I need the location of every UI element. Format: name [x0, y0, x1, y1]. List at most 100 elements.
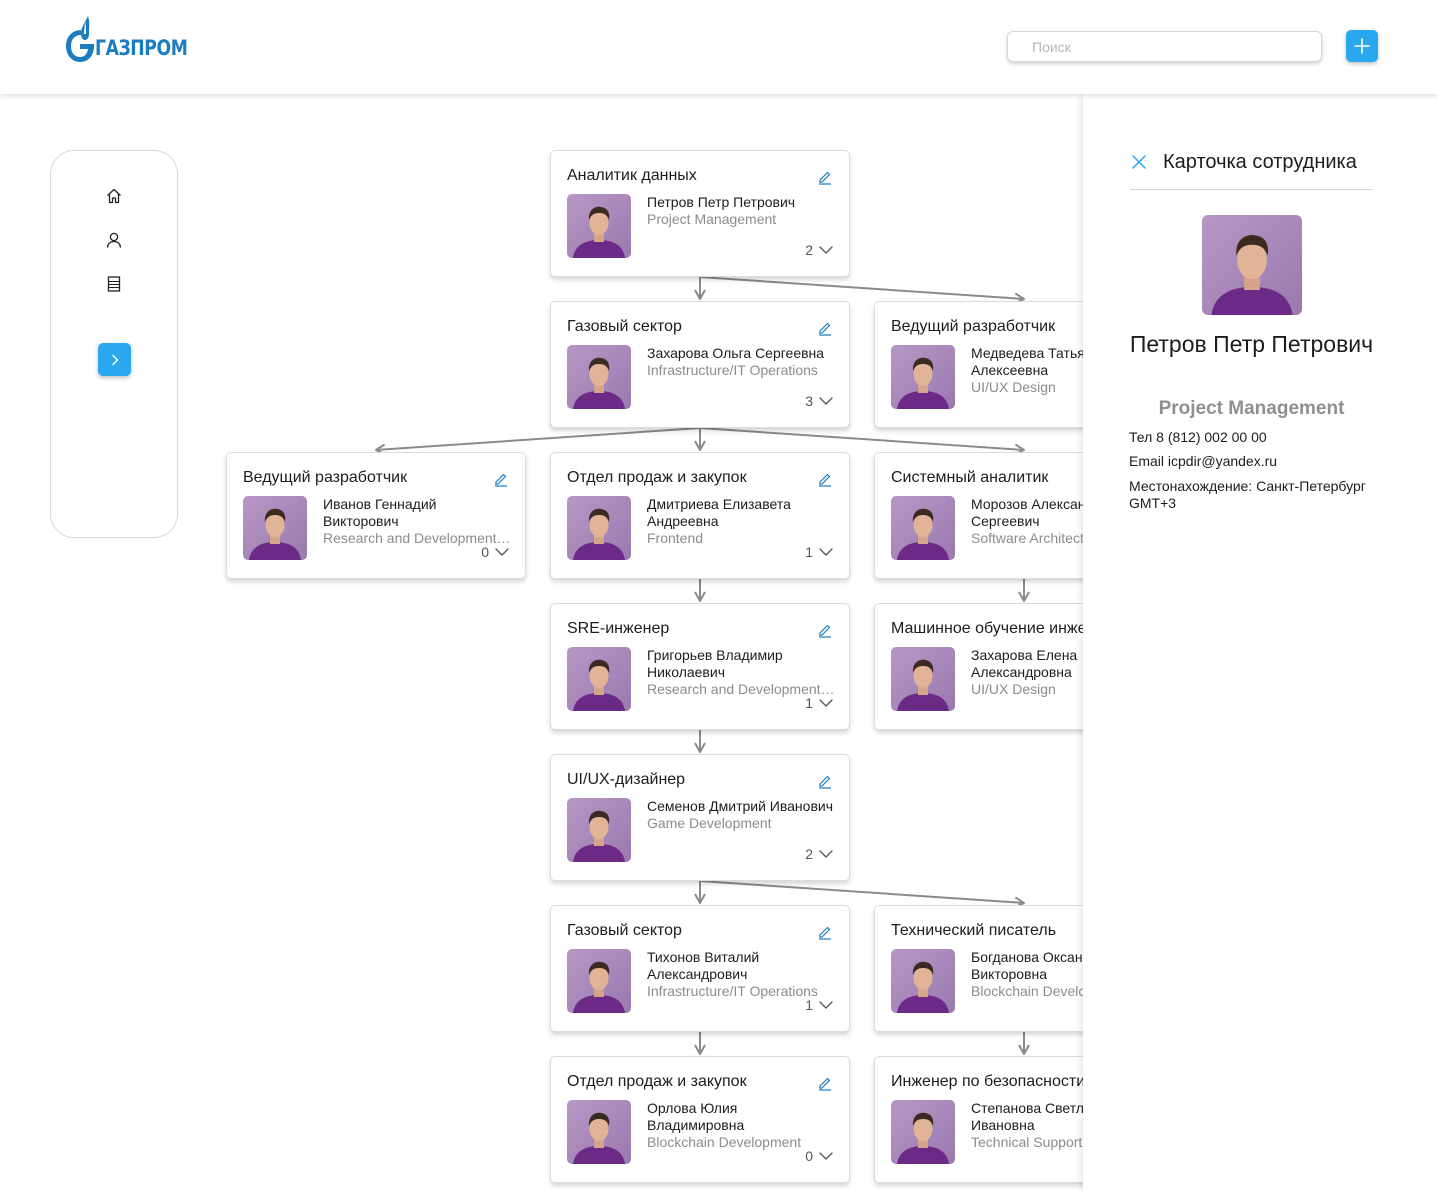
- employee-name: Петров Петр Петрович: [1129, 331, 1374, 357]
- card-department: Game Development: [647, 815, 772, 831]
- card-employee-info: Орлова Юлия Владимировна Blockchain Deve…: [647, 1100, 837, 1151]
- card-employee-name: Медведева Татьяна Алексеевна: [971, 345, 1101, 378]
- org-card[interactable]: Ведущий разработчик Иванов Геннадий Викт…: [226, 452, 526, 579]
- avatar-image: [567, 798, 631, 862]
- expand-subordinates-button[interactable]: 1: [805, 544, 833, 560]
- pencil-icon: [819, 171, 831, 185]
- expand-subordinates-button[interactable]: 0: [481, 544, 509, 560]
- employee-location: Местонахождение: Санкт-Петербург GMT+3: [1129, 478, 1366, 511]
- card-employee-info: Тихонов Виталий Александрович Infrastruc…: [647, 949, 837, 1000]
- org-card[interactable]: Аналитик данных Петров Петр Петрович Pro…: [550, 150, 850, 277]
- org-card[interactable]: UI/UX-дизайнер Семенов Дмитрий Иванович …: [550, 754, 850, 881]
- card-position-title: Технический писатель: [891, 922, 1057, 939]
- subordinate-count: 1: [805, 695, 813, 711]
- avatar-image: [891, 345, 955, 409]
- card-employee-info: Захарова Ольга Сергеевна Infrastructure/…: [647, 345, 837, 379]
- avatar: [891, 496, 955, 560]
- avatar-image: [891, 647, 955, 711]
- close-panel-button[interactable]: [1131, 154, 1147, 170]
- avatar: [567, 949, 631, 1013]
- avatar: [567, 345, 631, 409]
- card-department: Project Management: [647, 211, 777, 227]
- org-card[interactable]: SRE-инженер Григорьев Владимир Николаеви…: [550, 603, 850, 730]
- expand-subordinates-button[interactable]: 1: [805, 997, 833, 1013]
- employee-card-panel: Карточка сотрудника Петров Петр Петрович…: [1083, 94, 1437, 1191]
- expand-subordinates-button[interactable]: 0: [805, 1148, 833, 1164]
- card-position-title: Инженер по безопасности: [891, 1073, 1086, 1090]
- edit-button[interactable]: [817, 471, 833, 487]
- expand-subordinates-button[interactable]: 2: [805, 242, 833, 258]
- edit-button[interactable]: [817, 773, 833, 789]
- avatar-image: [891, 949, 955, 1013]
- chevron-down-icon: [495, 548, 509, 556]
- plus-icon: [1354, 38, 1370, 54]
- subordinate-count: 1: [805, 544, 813, 560]
- pencil-icon: [819, 1077, 831, 1091]
- chevron-down-icon: [819, 1152, 833, 1160]
- panel-title: Карточка сотрудника: [1163, 151, 1357, 173]
- card-employee-info: Дмитриева Елизавета Андреевна Frontend: [647, 496, 837, 547]
- card-employee-name: Тихонов Виталий Александрович: [647, 949, 760, 982]
- gazprom-logo[interactable]: ГАЗПРОМ: [64, 14, 208, 62]
- edit-button[interactable]: [817, 169, 833, 185]
- avatar-image: [567, 647, 631, 711]
- add-button[interactable]: [1346, 30, 1378, 62]
- org-card[interactable]: Газовый сектор Тихонов Виталий Александр…: [550, 905, 850, 1032]
- expand-subordinates-button[interactable]: 1: [805, 695, 833, 711]
- connector-line: [699, 427, 1025, 451]
- avatar-image: [567, 194, 631, 258]
- chevron-down-icon: [819, 246, 833, 254]
- employee-department: Project Management: [1158, 398, 1345, 419]
- edit-button[interactable]: [817, 320, 833, 336]
- pencil-icon: [819, 926, 831, 940]
- avatar: [567, 1100, 631, 1164]
- card-employee-info: Семенов Дмитрий Иванович Game Developmen…: [647, 798, 837, 832]
- card-position-title: Газовый сектор: [567, 922, 682, 939]
- card-position-title: UI/UX-дизайнер: [567, 771, 686, 788]
- card-position-title: Ведущий разработчик: [891, 318, 1056, 335]
- edit-button[interactable]: [817, 622, 833, 638]
- avatar: [567, 496, 631, 560]
- avatar: [891, 345, 955, 409]
- avatar: [891, 949, 955, 1013]
- avatar: [567, 647, 631, 711]
- edit-button[interactable]: [817, 1075, 833, 1091]
- org-card[interactable]: Отдел продаж и закупок Орлова Юлия Влади…: [550, 1056, 850, 1183]
- card-employee-name: Дмитриева Елизавета Андреевна: [647, 496, 791, 529]
- search-input[interactable]: [1007, 31, 1322, 62]
- avatar: [243, 496, 307, 560]
- avatar: [891, 647, 955, 711]
- card-position-title: Машинное обучение инженер: [891, 620, 1114, 637]
- card-employee-name: Григорьев Владимир Николаевич: [647, 647, 783, 680]
- chevron-down-icon: [819, 1001, 833, 1009]
- card-employee-info: Григорьев Владимир Николаевич Research a…: [647, 647, 837, 698]
- panel-divider: [1130, 189, 1373, 190]
- avatar-image: [891, 496, 955, 560]
- subordinate-count: 1: [805, 997, 813, 1013]
- logo-text: ГАЗПРОМ: [95, 36, 188, 60]
- connector-line: [699, 880, 1025, 904]
- org-card[interactable]: Газовый сектор Захарова Ольга Сергеевна …: [550, 301, 850, 428]
- avatar-image: [243, 496, 307, 560]
- card-position-title: SRE-инженер: [567, 620, 670, 637]
- avatar-image: [891, 1100, 955, 1164]
- edit-button[interactable]: [493, 471, 509, 487]
- top-header: ГАЗПРОМ: [0, 0, 1437, 94]
- pencil-icon: [819, 473, 831, 487]
- card-position-title: Системный аналитик: [891, 469, 1049, 486]
- card-position-title: Аналитик данных: [567, 167, 697, 184]
- card-department: Infrastructure/IT Operations: [647, 362, 818, 378]
- expand-subordinates-button[interactable]: 2: [805, 846, 833, 862]
- edit-button[interactable]: [817, 924, 833, 940]
- avatar-image: [567, 496, 631, 560]
- chevron-down-icon: [819, 548, 833, 556]
- subordinate-count: 2: [805, 242, 813, 258]
- org-card[interactable]: Отдел продаж и закупок Дмитриева Елизаве…: [550, 452, 850, 579]
- avatar: [891, 1100, 955, 1164]
- employee-email: Email icpdir@yandex.ru: [1129, 453, 1278, 469]
- card-position-title: Отдел продаж и закупок: [567, 1073, 747, 1090]
- gazprom-flame-icon: [66, 16, 94, 62]
- avatar-image: [567, 345, 631, 409]
- expand-subordinates-button[interactable]: 3: [805, 393, 833, 409]
- close-icon: [1132, 155, 1146, 169]
